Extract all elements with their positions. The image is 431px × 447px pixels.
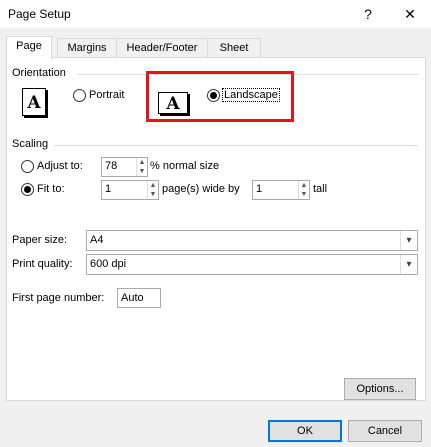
- adjust-to-value[interactable]: 78: [105, 160, 117, 172]
- scaling-heading: Scaling: [12, 138, 49, 150]
- options-button[interactable]: Options...: [344, 378, 416, 400]
- paper-size-value: A4: [90, 234, 104, 246]
- fit-wide-spinner[interactable]: 1 ▲ ▼: [101, 180, 159, 200]
- tall-label: tall: [313, 183, 328, 195]
- pages-wide-label: page(s) wide by: [162, 183, 240, 195]
- portrait-radio[interactable]: [73, 89, 86, 102]
- help-button[interactable]: ?: [356, 4, 380, 24]
- spinner-arrows-icon[interactable]: ▲ ▼: [136, 158, 147, 176]
- fit-wide-value[interactable]: 1: [105, 183, 111, 195]
- fit-tall-value[interactable]: 1: [256, 183, 262, 195]
- print-quality-value: 600 dpi: [90, 258, 127, 270]
- first-page-number-input[interactable]: Auto: [117, 288, 161, 308]
- tab-page[interactable]: Page: [6, 36, 52, 59]
- chevron-down-icon[interactable]: ▾: [400, 255, 417, 274]
- landscape-highlight-box: [146, 71, 294, 122]
- close-button[interactable]: ✕: [396, 4, 424, 24]
- fit-to-label: Fit to:: [37, 183, 65, 195]
- first-page-number-value[interactable]: Auto: [121, 292, 144, 304]
- chevron-down-icon[interactable]: ▾: [400, 231, 417, 250]
- tab-margins[interactable]: Margins: [57, 38, 117, 58]
- orientation-heading: Orientation: [12, 67, 66, 79]
- adjust-to-radio[interactable]: [21, 160, 34, 173]
- spinner-arrows-icon[interactable]: ▲ ▼: [147, 181, 158, 199]
- spinner-arrows-icon[interactable]: ▲ ▼: [298, 181, 309, 199]
- portrait-page-icon: A: [22, 88, 46, 116]
- first-page-number-label: First page number:: [12, 292, 105, 304]
- normal-size-label: % normal size: [150, 160, 220, 172]
- portrait-label: Portrait: [89, 89, 125, 101]
- adjust-to-spinner[interactable]: 78 ▲ ▼: [101, 157, 148, 177]
- ok-button[interactable]: OK: [268, 420, 342, 442]
- dialog-title: Page Setup: [8, 7, 71, 21]
- print-quality-label: Print quality:: [12, 258, 73, 270]
- fit-to-radio[interactable]: [21, 183, 34, 196]
- scaling-divider: [54, 145, 418, 146]
- print-quality-select[interactable]: 600 dpi ▾: [86, 254, 418, 275]
- paper-size-select[interactable]: A4 ▾: [86, 230, 418, 251]
- cancel-button[interactable]: Cancel: [348, 420, 422, 442]
- adjust-to-label: Adjust to:: [37, 160, 83, 172]
- tab-sheet[interactable]: Sheet: [207, 38, 261, 58]
- tab-header-footer[interactable]: Header/Footer: [116, 38, 208, 58]
- paper-size-label: Paper size:: [12, 234, 68, 246]
- fit-tall-spinner[interactable]: 1 ▲ ▼: [252, 180, 310, 200]
